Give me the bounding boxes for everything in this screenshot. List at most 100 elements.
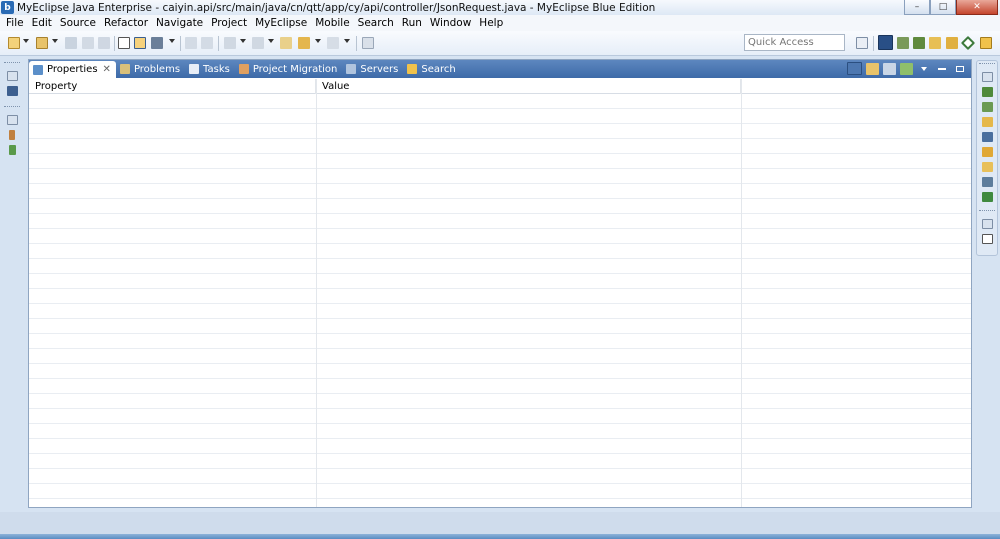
tab-servers[interactable]: Servers bbox=[342, 60, 403, 78]
table-header: Property Value bbox=[29, 79, 971, 94]
new-project-icon[interactable] bbox=[36, 37, 48, 49]
debug-perspective-icon[interactable] bbox=[897, 37, 909, 49]
tab-search[interactable]: Search bbox=[403, 60, 460, 78]
restore-icon[interactable] bbox=[981, 72, 993, 82]
tab-label: Servers bbox=[360, 63, 399, 75]
minimize-view-icon[interactable] bbox=[938, 67, 946, 70]
trim-grip[interactable] bbox=[4, 106, 20, 110]
minimize-button[interactable]: – bbox=[904, 0, 930, 15]
team-perspective-icon[interactable] bbox=[913, 37, 925, 49]
save-all-icon[interactable] bbox=[82, 37, 94, 49]
new-icon[interactable] bbox=[8, 37, 20, 49]
column-divider bbox=[316, 79, 317, 507]
menu-mobile[interactable]: Mobile bbox=[311, 17, 353, 29]
console-icon[interactable] bbox=[981, 192, 993, 202]
new-project-dropdown-icon[interactable] bbox=[52, 39, 58, 43]
snippets-icon[interactable] bbox=[981, 102, 993, 112]
toolbar-separator bbox=[218, 36, 219, 51]
web-browser-icon[interactable] bbox=[981, 177, 993, 187]
declaration-icon[interactable] bbox=[981, 162, 993, 172]
javaee-perspective-icon[interactable] bbox=[946, 37, 958, 49]
trim-grip[interactable] bbox=[4, 62, 20, 66]
column-header-extra[interactable] bbox=[741, 79, 971, 94]
pen-dropdown-icon[interactable] bbox=[169, 39, 175, 43]
quick-access-input[interactable] bbox=[744, 34, 845, 51]
menu-help[interactable]: Help bbox=[475, 17, 507, 29]
hierarchy-icon[interactable] bbox=[9, 130, 15, 140]
next-edit-dropdown-icon[interactable] bbox=[240, 39, 246, 43]
tab-tasks[interactable]: Tasks bbox=[185, 60, 235, 78]
pin-editor-icon[interactable] bbox=[362, 37, 374, 49]
junit-icon[interactable] bbox=[981, 132, 993, 142]
window-title: MyEclipse Java Enterprise - caiyin.api/s… bbox=[17, 1, 656, 14]
last-edit-location-icon[interactable] bbox=[280, 37, 292, 49]
java-perspective-icon[interactable] bbox=[878, 35, 893, 50]
save-icon[interactable] bbox=[65, 37, 77, 49]
palette-icon[interactable] bbox=[981, 117, 993, 127]
restore-default-icon[interactable] bbox=[900, 62, 913, 75]
trim-grip[interactable] bbox=[979, 63, 995, 67]
menu-window[interactable]: Window bbox=[426, 17, 475, 29]
view-menu-icon[interactable] bbox=[921, 66, 927, 71]
restore-button[interactable]: □ bbox=[930, 0, 956, 15]
pin-view-icon[interactable] bbox=[847, 62, 862, 75]
outline-icon[interactable] bbox=[8, 145, 16, 155]
database-perspective-icon[interactable] bbox=[980, 37, 992, 49]
search-icon bbox=[407, 64, 418, 74]
forward-dropdown-icon[interactable] bbox=[344, 39, 350, 43]
pen-icon[interactable] bbox=[151, 37, 163, 49]
menu-run[interactable]: Run bbox=[398, 17, 426, 29]
menu-file[interactable]: File bbox=[2, 17, 28, 29]
trim-grip[interactable] bbox=[979, 210, 995, 214]
print-icon[interactable] bbox=[98, 37, 110, 49]
menu-navigate[interactable]: Navigate bbox=[152, 17, 207, 29]
column-header-value[interactable]: Value bbox=[316, 79, 741, 94]
menu-edit[interactable]: Edit bbox=[28, 17, 56, 29]
open-perspective-icon[interactable] bbox=[856, 37, 868, 49]
title-bar: b MyEclipse Java Enterprise - caiyin.api… bbox=[0, 0, 1000, 15]
show-categories-icon[interactable] bbox=[866, 62, 879, 75]
git-perspective-icon[interactable] bbox=[960, 35, 976, 51]
menu-bar: File Edit Source Refactor Navigate Proje… bbox=[0, 15, 1000, 31]
forward-icon[interactable] bbox=[327, 37, 339, 49]
maximize-view-icon[interactable] bbox=[956, 65, 964, 72]
prev-annotation-icon[interactable] bbox=[185, 37, 197, 49]
myeclipse-app-icon[interactable]: b bbox=[1, 1, 14, 14]
column-header-property[interactable]: Property bbox=[29, 79, 316, 94]
next-edit-icon[interactable] bbox=[224, 37, 236, 49]
show-advanced-icon[interactable] bbox=[883, 62, 896, 75]
javadoc-icon[interactable] bbox=[981, 147, 993, 157]
column-divider bbox=[741, 79, 742, 507]
close-icon[interactable]: ✕ bbox=[103, 64, 111, 75]
table-rows[interactable] bbox=[29, 94, 971, 507]
restore-icon[interactable] bbox=[6, 71, 18, 81]
tab-problems[interactable]: Problems bbox=[116, 60, 185, 78]
tab-properties[interactable]: Properties ✕ bbox=[29, 61, 116, 78]
menu-search[interactable]: Search bbox=[354, 17, 398, 29]
restore-icon[interactable] bbox=[6, 115, 18, 125]
resource-perspective-icon[interactable] bbox=[929, 37, 941, 49]
menu-refactor[interactable]: Refactor bbox=[100, 17, 152, 29]
back-dropdown-icon[interactable] bbox=[315, 39, 321, 43]
editor-area-icon[interactable] bbox=[981, 234, 993, 244]
toggle-mark-icon[interactable] bbox=[134, 37, 146, 49]
new-dropdown-icon[interactable] bbox=[23, 39, 29, 43]
close-window-button[interactable]: ✕ bbox=[956, 0, 998, 15]
next-annotation-icon[interactable] bbox=[201, 37, 213, 49]
back-icon[interactable] bbox=[298, 37, 310, 49]
package-explorer-icon[interactable] bbox=[6, 86, 18, 96]
menu-source[interactable]: Source bbox=[56, 17, 100, 29]
toolbar-separator bbox=[873, 36, 874, 51]
menu-myeclipse[interactable]: MyEclipse bbox=[251, 17, 311, 29]
restore-icon[interactable] bbox=[981, 219, 993, 229]
menu-project[interactable]: Project bbox=[207, 17, 251, 29]
prev-edit-icon[interactable] bbox=[252, 37, 264, 49]
main-toolbar bbox=[0, 31, 1000, 56]
left-trim-bar bbox=[2, 60, 22, 160]
view-toolbar bbox=[847, 62, 967, 75]
image-preview-icon[interactable] bbox=[981, 87, 993, 97]
problems-icon bbox=[119, 64, 130, 74]
tab-project-migration[interactable]: Project Migration bbox=[235, 60, 343, 78]
open-type-icon[interactable] bbox=[118, 37, 130, 49]
prev-edit-dropdown-icon[interactable] bbox=[268, 39, 274, 43]
